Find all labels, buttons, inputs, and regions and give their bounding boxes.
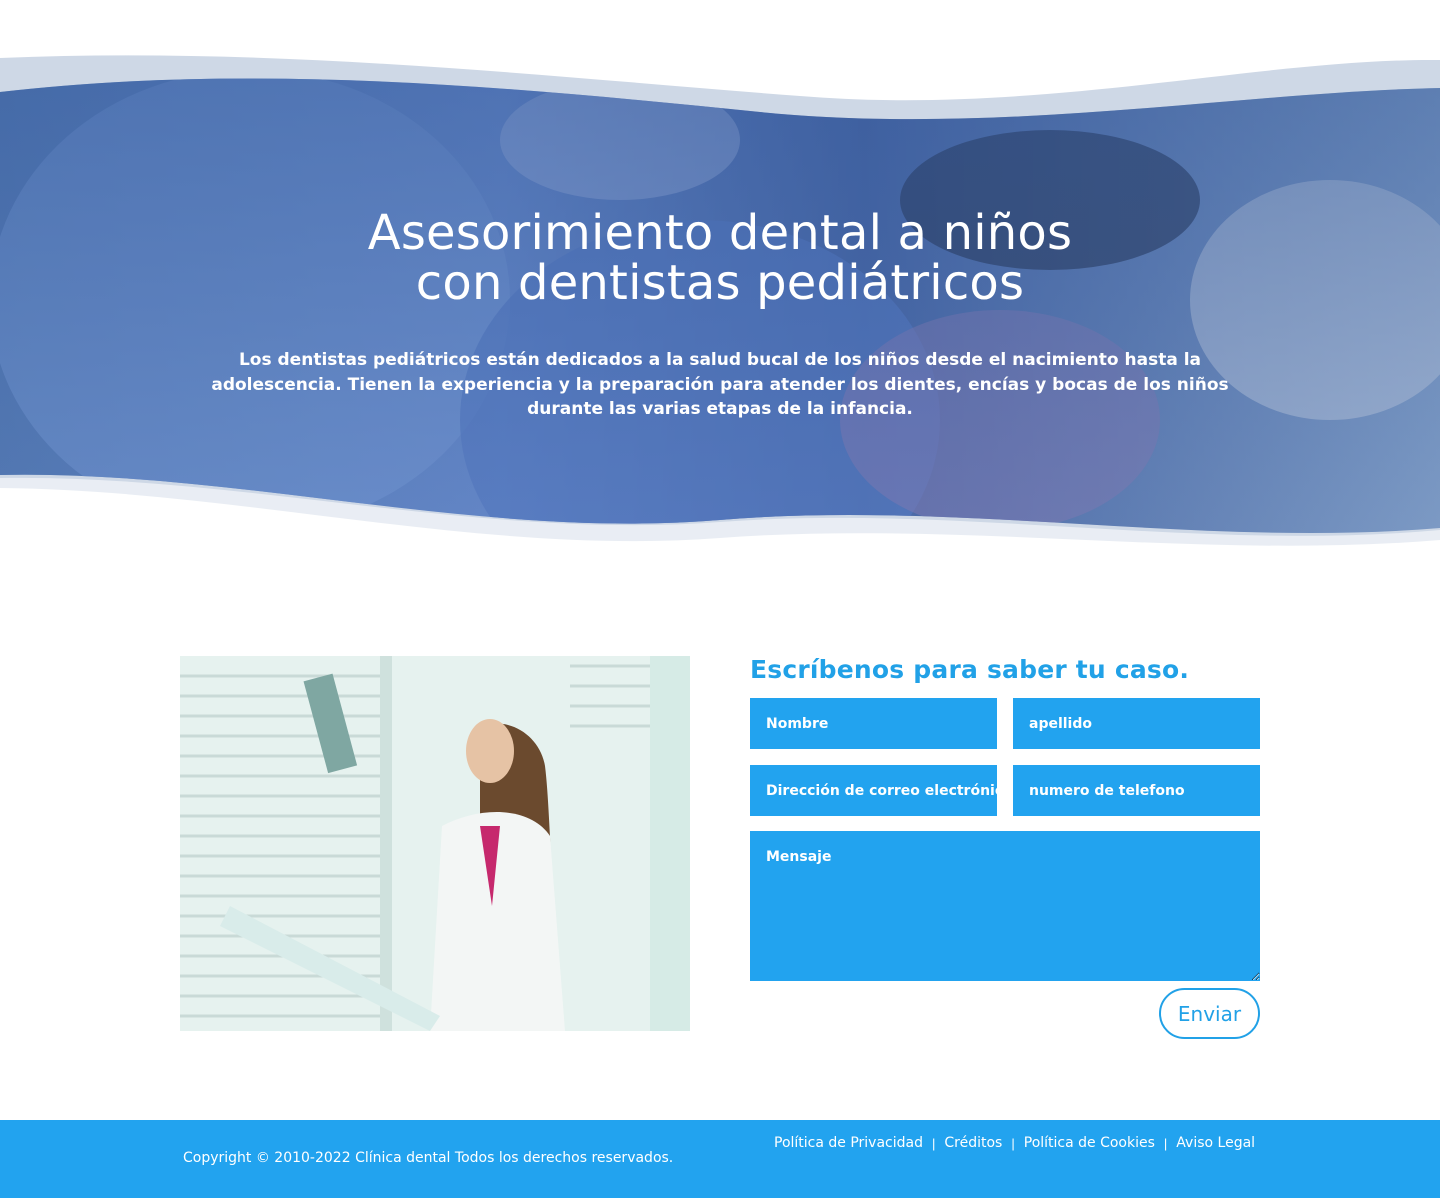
hero-title-line-1: Asesorimiento dental a niños: [367, 205, 1073, 261]
hero-description: Los dentistas pediátricos están dedicado…: [211, 350, 1229, 419]
dentist-xray-image: [180, 656, 690, 1031]
submit-button[interactable]: Enviar: [1159, 988, 1260, 1039]
credits-link[interactable]: Créditos: [944, 1135, 1002, 1151]
hero-section: Asesorimiento dental a niños con dentist…: [0, 0, 1440, 600]
last-name-input[interactable]: [1013, 698, 1260, 749]
footer-separator: |: [1163, 1135, 1168, 1151]
legal-notice-link[interactable]: Aviso Legal: [1176, 1135, 1255, 1151]
contact-form-section: Escríbenos para saber tu caso. Enviar: [750, 650, 1260, 1039]
message-textarea[interactable]: [750, 831, 1260, 981]
footer: Copyright © 2010-2022 Clínica dental Tod…: [0, 1120, 1440, 1198]
email-input[interactable]: [750, 765, 997, 816]
first-name-input[interactable]: [750, 698, 997, 749]
footer-separator: |: [1011, 1135, 1015, 1151]
dentist-photo: [180, 656, 690, 1031]
copyright-text: Copyright © 2010-2022 Clínica dental Tod…: [183, 1150, 674, 1166]
privacy-policy-link[interactable]: Política de Privacidad: [774, 1135, 923, 1151]
phone-input[interactable]: [1013, 765, 1260, 816]
footer-links: Política de Privacidad | Créditos | Polí…: [774, 1135, 1255, 1151]
cookies-policy-link[interactable]: Política de Cookies: [1024, 1135, 1155, 1151]
hero-title-line-2: con dentistas pediátricos: [415, 255, 1025, 311]
hero-title: Asesorimiento dental a niños con dentist…: [240, 208, 1200, 308]
form-title: Escríbenos para saber tu caso.: [750, 655, 1190, 684]
footer-separator: |: [932, 1135, 936, 1151]
